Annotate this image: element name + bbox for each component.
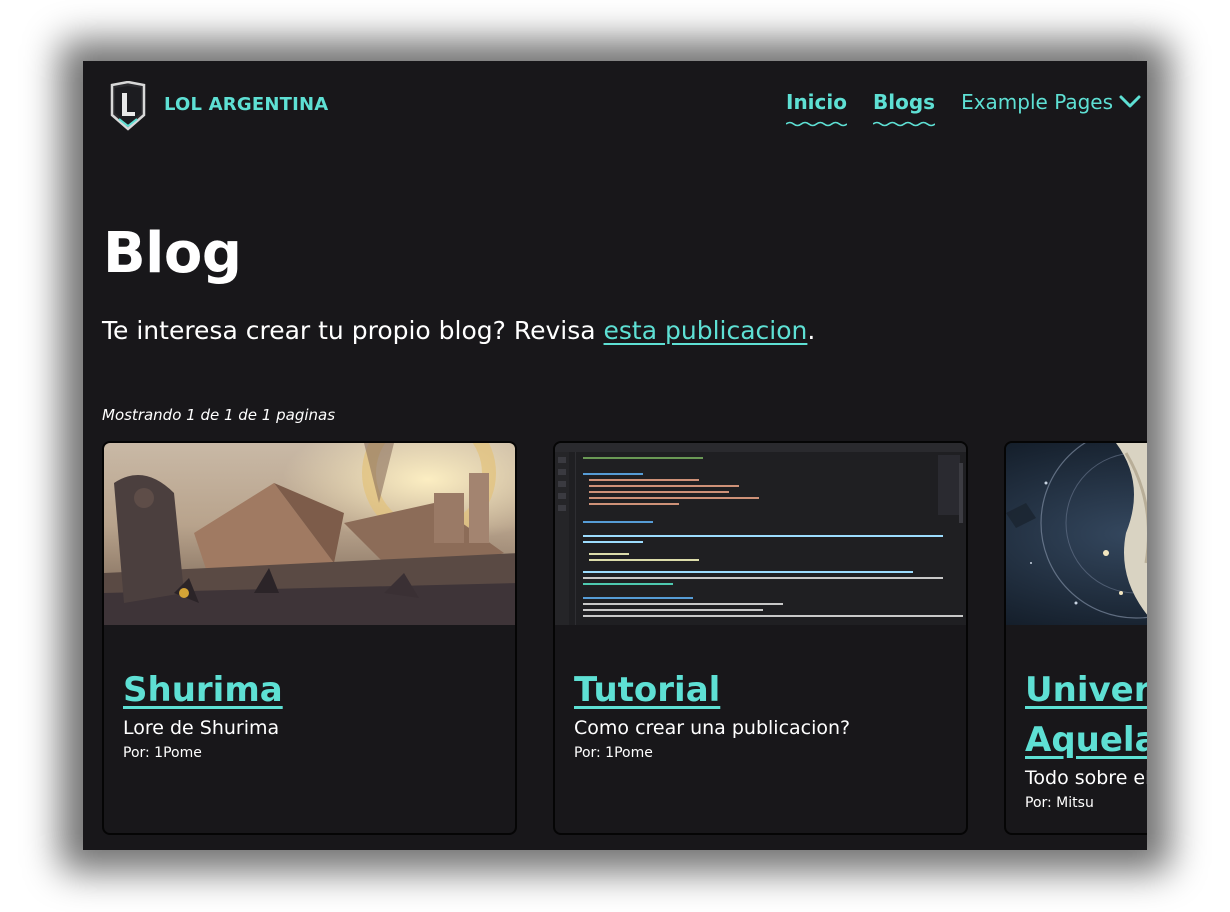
card-description: Todo sobre el u [1025, 767, 1147, 789]
blog-card-tutorial[interactable]: Tutorial Como crear una publicacion? Por… [553, 441, 968, 835]
main-nav: Inicio Blogs Example Pages [786, 90, 1147, 127]
nav-item-inicio[interactable]: Inicio [786, 90, 847, 127]
card-title-line: Univers [1025, 670, 1147, 710]
shield-logo-icon[interactable] [109, 81, 147, 131]
nav-item-example-pages[interactable]: Example Pages [961, 90, 1141, 114]
universo-artwork [1006, 443, 1147, 625]
active-squiggle-underline [786, 121, 847, 127]
code-editor-screenshot [555, 443, 966, 625]
card-image-shurima[interactable] [104, 443, 515, 625]
pagination-info: Mostrando 1 de 1 de 1 paginas [102, 406, 336, 424]
lead-text: Te interesa crear tu propio blog? Revisa… [102, 316, 815, 345]
nav-item-label: Inicio [786, 90, 847, 114]
site-header: LOL ARGENTINA Inicio Blogs Example Pages [83, 61, 1147, 153]
card-body: Univers Aquelar Todo sobre el u Por: Mit… [1025, 665, 1147, 811]
browser-viewport: LOL ARGENTINA Inicio Blogs Example Pages [83, 61, 1147, 850]
lead-prefix: Te interesa crear tu propio blog? Revisa [102, 316, 604, 345]
card-body: Tutorial Como crear una publicacion? Por… [574, 665, 956, 761]
nav-item-blogs[interactable]: Blogs [873, 90, 936, 127]
card-body: Shurima Lore de Shurima Por: 1Pome [123, 665, 505, 761]
blog-card-universo[interactable]: Univers Aquelar Todo sobre el u Por: Mit… [1004, 441, 1147, 835]
card-title-link[interactable]: Tutorial [574, 665, 956, 715]
chevron-down-icon [1119, 95, 1141, 108]
card-author: Por: 1Pome [123, 745, 202, 761]
card-description: Como crear una publicacion? [574, 717, 851, 739]
brand-name[interactable]: LOL ARGENTINA [164, 94, 328, 115]
card-image-tutorial[interactable] [555, 443, 966, 625]
card-title-line: Aquelar [1025, 720, 1147, 760]
card-image-universo[interactable] [1006, 443, 1147, 625]
card-title-link[interactable]: Shurima [123, 665, 505, 715]
card-description: Lore de Shurima [123, 717, 280, 739]
nav-item-label: Blogs [873, 90, 936, 114]
card-title-link[interactable]: Univers Aquelar [1025, 665, 1147, 765]
lead-link[interactable]: esta publicacion [604, 316, 808, 345]
active-squiggle-underline [873, 121, 936, 127]
nav-item-label: Example Pages [961, 90, 1114, 114]
lead-suffix: . [807, 316, 816, 345]
page-title: Blog [103, 221, 242, 286]
blog-card-shurima[interactable]: Shurima Lore de Shurima Por: 1Pome [102, 441, 517, 835]
card-author: Por: 1Pome [574, 745, 653, 761]
shurima-artwork [104, 443, 515, 625]
card-author: Por: Mitsu [1025, 795, 1094, 811]
